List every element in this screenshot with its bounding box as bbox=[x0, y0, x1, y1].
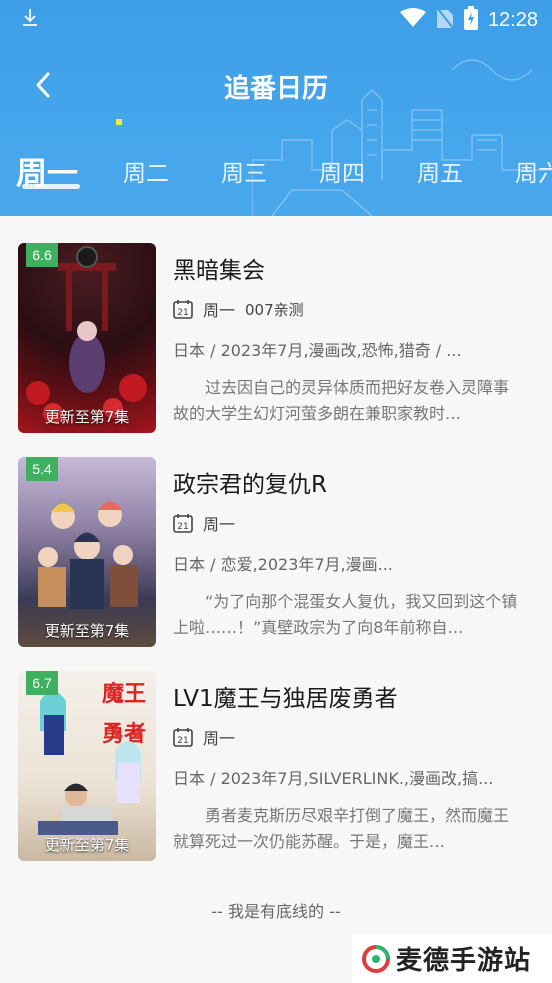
download-icon bbox=[22, 8, 38, 32]
update-status: 更新至第7集 bbox=[44, 408, 130, 426]
anime-meta: 日本 / 恋爱,2023年7月,漫画... bbox=[173, 555, 393, 574]
end-of-list-text: -- 我是有底线的 -- bbox=[211, 902, 341, 921]
anime-description: 勇者麦克斯历尽艰辛打倒了魔王，然而魔王就算死过一次仍能苏醒。于是，魔王… bbox=[173, 806, 510, 851]
anime-meta: 日本 / 2023年7月,漫画改,恐怖,猎奇 / ... bbox=[173, 341, 462, 360]
list-item[interactable]: 5.4 更新至第7集 政宗君的复仇R 21 周一 日本 / 恋爱,2023年7月… bbox=[18, 457, 538, 647]
status-bar: 12:28 bbox=[0, 0, 552, 40]
svg-text:魔王: 魔王 bbox=[102, 681, 146, 707]
cover-image: 6.6 更新至第7集 bbox=[18, 243, 156, 433]
score-badge: 5.4 bbox=[26, 457, 58, 481]
calendar-icon: 21 bbox=[173, 300, 193, 319]
anime-meta: 日本 / 2023年7月,SILVERLINK.,漫画改,搞... bbox=[173, 769, 494, 788]
battery-icon bbox=[463, 6, 478, 34]
calendar-icon: 21 bbox=[173, 728, 193, 747]
item-note: 007亲测 bbox=[245, 300, 304, 319]
cover-artwork: 魔王 勇者 bbox=[38, 681, 146, 835]
weekday-tabs: 周一 周二 周三 周四 周五 周六 bbox=[0, 148, 552, 198]
list-item[interactable]: 6.6 更新至第7集 黑暗集会 21 周一 007亲测 日本 / 2023年7月… bbox=[18, 243, 538, 433]
anime-title: 政宗君的复仇R bbox=[173, 472, 327, 498]
tab-tuesday[interactable]: 周二 bbox=[123, 154, 169, 188]
anime-description: “为了向那个混蛋女人复仇，我又回到这个镇上啦……！”真壁政宗为了向8年前称自… bbox=[173, 592, 518, 637]
cover-image: 5.4 更新至第7集 bbox=[18, 457, 156, 647]
page-title: 追番日历 bbox=[223, 74, 328, 104]
cover-artwork bbox=[38, 501, 138, 609]
tab-saturday[interactable]: 周六 bbox=[515, 154, 552, 188]
tab-friday[interactable]: 周五 bbox=[417, 154, 463, 188]
update-status: 更新至第7集 bbox=[44, 622, 130, 640]
list-item[interactable]: 魔王 勇者 6.7 更新至第7集 LV1魔王与独居废勇者 21 周一 日本 / … bbox=[18, 671, 538, 861]
cover-artwork bbox=[26, 246, 147, 423]
decorative-dot bbox=[116, 119, 122, 125]
wifi-icon bbox=[399, 8, 426, 32]
svg-text:21: 21 bbox=[177, 736, 188, 746]
watermark-text: 麦德手游站 bbox=[396, 946, 532, 976]
anime-description: 过去因自己的灵异体质而把好友卷入灵障事故的大学生幻灯河萤多朗在兼职家教时… bbox=[173, 378, 510, 423]
tab-wednesday[interactable]: 周三 bbox=[221, 154, 267, 188]
anime-title: LV1魔王与独居废勇者 bbox=[173, 686, 398, 712]
air-day: 周一 bbox=[203, 301, 236, 320]
score-badge: 6.6 bbox=[26, 243, 58, 267]
cover-image: 魔王 勇者 6.7 更新至第7集 bbox=[18, 671, 156, 861]
header-banner: 12:28 追番日历 周一 周二 周三 周四 周五 周六 bbox=[0, 0, 552, 216]
svg-text:21: 21 bbox=[177, 308, 188, 318]
tab-thursday[interactable]: 周四 bbox=[319, 154, 365, 188]
score-badge: 6.7 bbox=[26, 671, 58, 695]
no-sim-icon bbox=[436, 7, 454, 33]
calendar-icon: 21 bbox=[173, 514, 193, 533]
svg-text:21: 21 bbox=[177, 522, 188, 532]
air-day: 周一 bbox=[203, 515, 236, 534]
tab-active-indicator bbox=[22, 184, 80, 189]
site-watermark: 麦德手游站 bbox=[352, 934, 552, 983]
top-bar: 追番日历 bbox=[0, 58, 552, 112]
anime-title: 黑暗集会 bbox=[173, 258, 265, 284]
watermark-logo-icon bbox=[362, 944, 390, 973]
update-status: 更新至第7集 bbox=[44, 836, 130, 854]
status-time: 12:28 bbox=[487, 8, 538, 31]
air-day: 周一 bbox=[203, 729, 236, 748]
